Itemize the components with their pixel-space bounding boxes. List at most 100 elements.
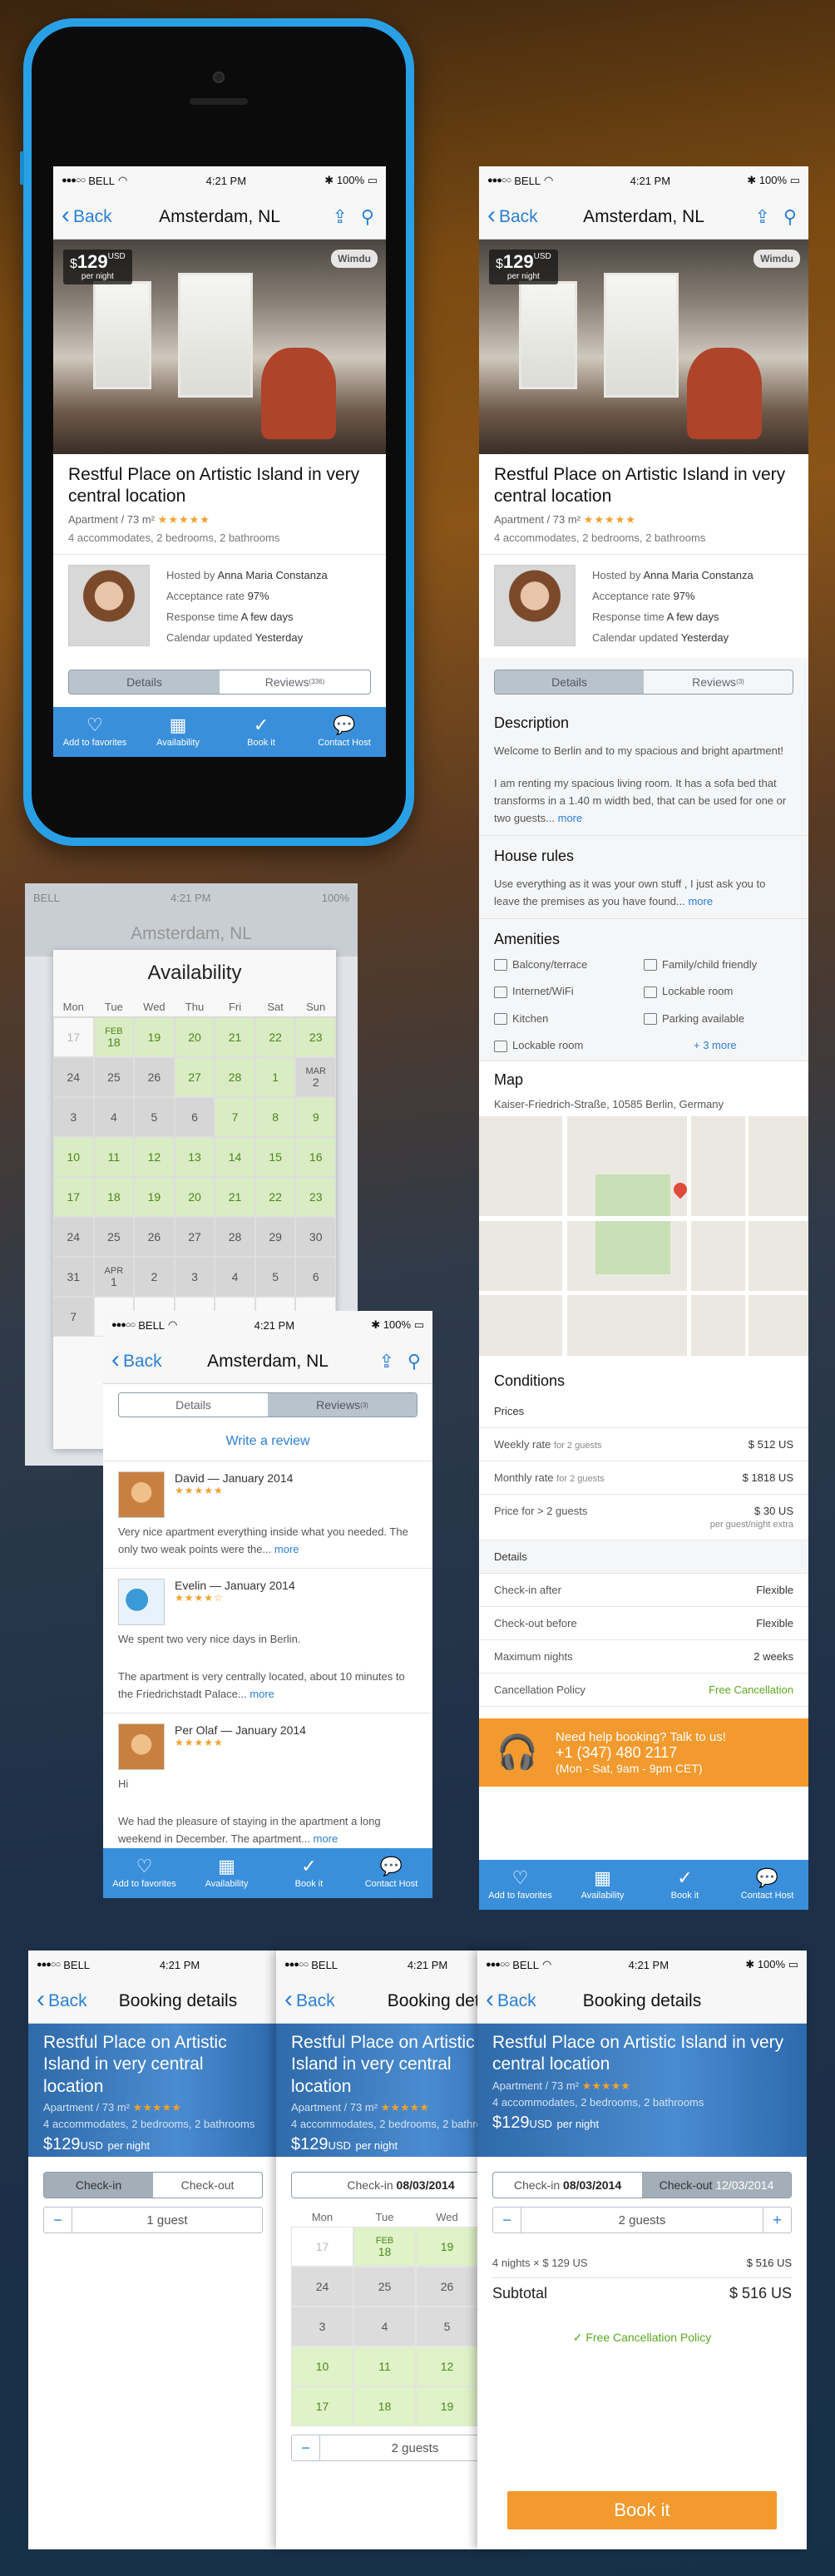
checkin-field[interactable]: Check-in: [44, 2173, 153, 2198]
calendar-day[interactable]: 22: [254, 1017, 296, 1057]
tab-book[interactable]: ✓ Book it: [268, 1848, 350, 1898]
minus-button[interactable]: −: [44, 2208, 72, 2232]
calendar-day[interactable]: 19: [416, 2386, 478, 2426]
calendar-day[interactable]: 4: [215, 1257, 255, 1297]
calendar-day[interactable]: 24: [53, 1057, 94, 1097]
calendar-day[interactable]: 23: [295, 1017, 336, 1057]
tab-details[interactable]: Details: [495, 670, 644, 694]
back-button[interactable]: ‹ Back: [477, 1987, 536, 2012]
calendar-day[interactable]: 2: [134, 1257, 175, 1297]
calendar-day[interactable]: 15: [254, 1137, 296, 1177]
calendar-day[interactable]: 13: [174, 1137, 215, 1177]
calendar-day[interactable]: 25: [93, 1217, 135, 1257]
calendar-day[interactable]: 26: [134, 1057, 175, 1097]
calendar-day[interactable]: 17: [53, 1177, 94, 1217]
calendar-day[interactable]: 23: [295, 1177, 336, 1217]
book-it-button[interactable]: Book it: [507, 2491, 777, 2529]
calendar-day[interactable]: 27: [174, 1217, 215, 1257]
calendar-day[interactable]: 19: [134, 1017, 175, 1057]
tab-favorites[interactable]: ♡ Add to favorites: [103, 1848, 185, 1898]
calendar-day[interactable]: 24: [53, 1217, 94, 1257]
calendar-day[interactable]: 26: [134, 1217, 175, 1257]
tab-contact[interactable]: 💬 Contact Host: [303, 707, 386, 757]
calendar-day[interactable]: 6: [295, 1257, 336, 1297]
map-view[interactable]: [479, 1115, 808, 1356]
calendar-day[interactable]: 4: [93, 1097, 135, 1137]
calendar-day[interactable]: 6: [174, 1097, 215, 1137]
calendar-day[interactable]: 28: [215, 1057, 255, 1097]
calendar-day[interactable]: 31: [53, 1257, 94, 1297]
calendar-day[interactable]: 1: [254, 1057, 296, 1097]
host-card[interactable]: Hosted by Anna Maria Constanza Acceptanc…: [479, 553, 808, 658]
tab-book[interactable]: ✓ Book it: [644, 1860, 726, 1910]
tab-details[interactable]: Details: [119, 1393, 268, 1417]
tab-availability[interactable]: ▦ Availability: [561, 1860, 644, 1910]
calendar-day[interactable]: 27: [174, 1057, 215, 1097]
back-button[interactable]: ‹ Back: [103, 1347, 162, 1372]
host-card[interactable]: Hosted by Anna Maria Constanza Acceptanc…: [53, 553, 386, 658]
checkin-field[interactable]: Check-in 08/03/2014: [493, 2173, 642, 2198]
calendar-day[interactable]: APR 1: [93, 1257, 135, 1297]
help-banner[interactable]: 🎧 Need help booking? Talk to us! +1 (347)…: [479, 1718, 808, 1787]
calendar-day[interactable]: FEB 18: [93, 1017, 135, 1057]
calendar-day[interactable]: 7: [53, 1297, 94, 1337]
calendar-day[interactable]: 17: [291, 2227, 353, 2267]
calendar-day[interactable]: 29: [254, 1217, 296, 1257]
back-button[interactable]: ‹ Back: [53, 203, 112, 228]
calendar-day[interactable]: 19: [416, 2227, 478, 2267]
calendar-day[interactable]: 16: [295, 1137, 336, 1177]
calendar-day[interactable]: 9: [295, 1097, 336, 1137]
calendar-day[interactable]: 12: [134, 1137, 175, 1177]
calendar-day[interactable]: 12: [416, 2346, 478, 2386]
calendar-day[interactable]: 25: [353, 2267, 416, 2307]
checkout-field[interactable]: Check-out 12/03/2014: [642, 2173, 791, 2198]
calendar-day[interactable]: 17: [291, 2386, 353, 2426]
write-review-link[interactable]: Write a review: [103, 1429, 432, 1461]
calendar-day[interactable]: 30: [295, 1217, 336, 1257]
tab-contact[interactable]: 💬 Contact Host: [350, 1848, 432, 1898]
calendar-day[interactable]: 21: [215, 1177, 255, 1217]
calendar-day[interactable]: 5: [254, 1257, 296, 1297]
tab-reviews[interactable]: Reviews (3): [268, 1393, 417, 1417]
calendar-day[interactable]: 24: [291, 2267, 353, 2307]
calendar-day[interactable]: 17: [53, 1017, 94, 1057]
search-icon[interactable]: ⚲: [361, 206, 374, 228]
calendar-day[interactable]: 7: [215, 1097, 255, 1137]
minus-button[interactable]: −: [493, 2208, 521, 2232]
tab-reviews[interactable]: Reviews (336): [220, 670, 370, 694]
search-icon[interactable]: ⚲: [408, 1351, 421, 1372]
calendar-day[interactable]: 5: [134, 1097, 175, 1137]
calendar-day[interactable]: 11: [93, 1137, 135, 1177]
tab-reviews[interactable]: Reviews (3): [644, 670, 793, 694]
calendar-day[interactable]: 3: [53, 1097, 94, 1137]
checkout-field[interactable]: Check-out: [153, 2173, 262, 2198]
calendar-day[interactable]: 25: [93, 1057, 135, 1097]
calendar-day[interactable]: 5: [416, 2307, 478, 2346]
calendar-day[interactable]: 18: [93, 1177, 135, 1217]
share-icon[interactable]: ⇪: [332, 206, 347, 228]
calendar-day[interactable]: 20: [174, 1017, 215, 1057]
calendar-day[interactable]: FEB 18: [353, 2227, 416, 2267]
tab-availability[interactable]: ▦ Availability: [136, 707, 220, 757]
share-icon[interactable]: ⇪: [378, 1351, 393, 1372]
calendar-day[interactable]: 4: [353, 2307, 416, 2346]
calendar-day[interactable]: 10: [53, 1137, 94, 1177]
tab-contact[interactable]: 💬 Contact Host: [726, 1860, 808, 1910]
calendar-day[interactable]: 20: [174, 1177, 215, 1217]
calendar-day[interactable]: 14: [215, 1137, 255, 1177]
calendar-day[interactable]: 19: [134, 1177, 175, 1217]
search-icon[interactable]: ⚲: [783, 206, 797, 228]
tab-favorites[interactable]: ♡ Add to favorites: [53, 707, 136, 757]
tab-availability[interactable]: ▦ Availability: [185, 1848, 268, 1898]
more-link[interactable]: more: [558, 812, 583, 824]
plus-button[interactable]: +: [763, 2208, 791, 2232]
calendar-day[interactable]: 18: [353, 2386, 416, 2426]
calendar-day[interactable]: 26: [416, 2267, 478, 2307]
calendar-day[interactable]: 11: [353, 2346, 416, 2386]
tab-details[interactable]: Details: [69, 670, 220, 694]
back-button[interactable]: ‹ Back: [276, 1987, 335, 2012]
calendar-day[interactable]: 8: [254, 1097, 296, 1137]
more-link[interactable]: more: [688, 895, 713, 907]
share-icon[interactable]: ⇪: [754, 206, 769, 228]
back-button[interactable]: ‹ Back: [479, 203, 538, 228]
